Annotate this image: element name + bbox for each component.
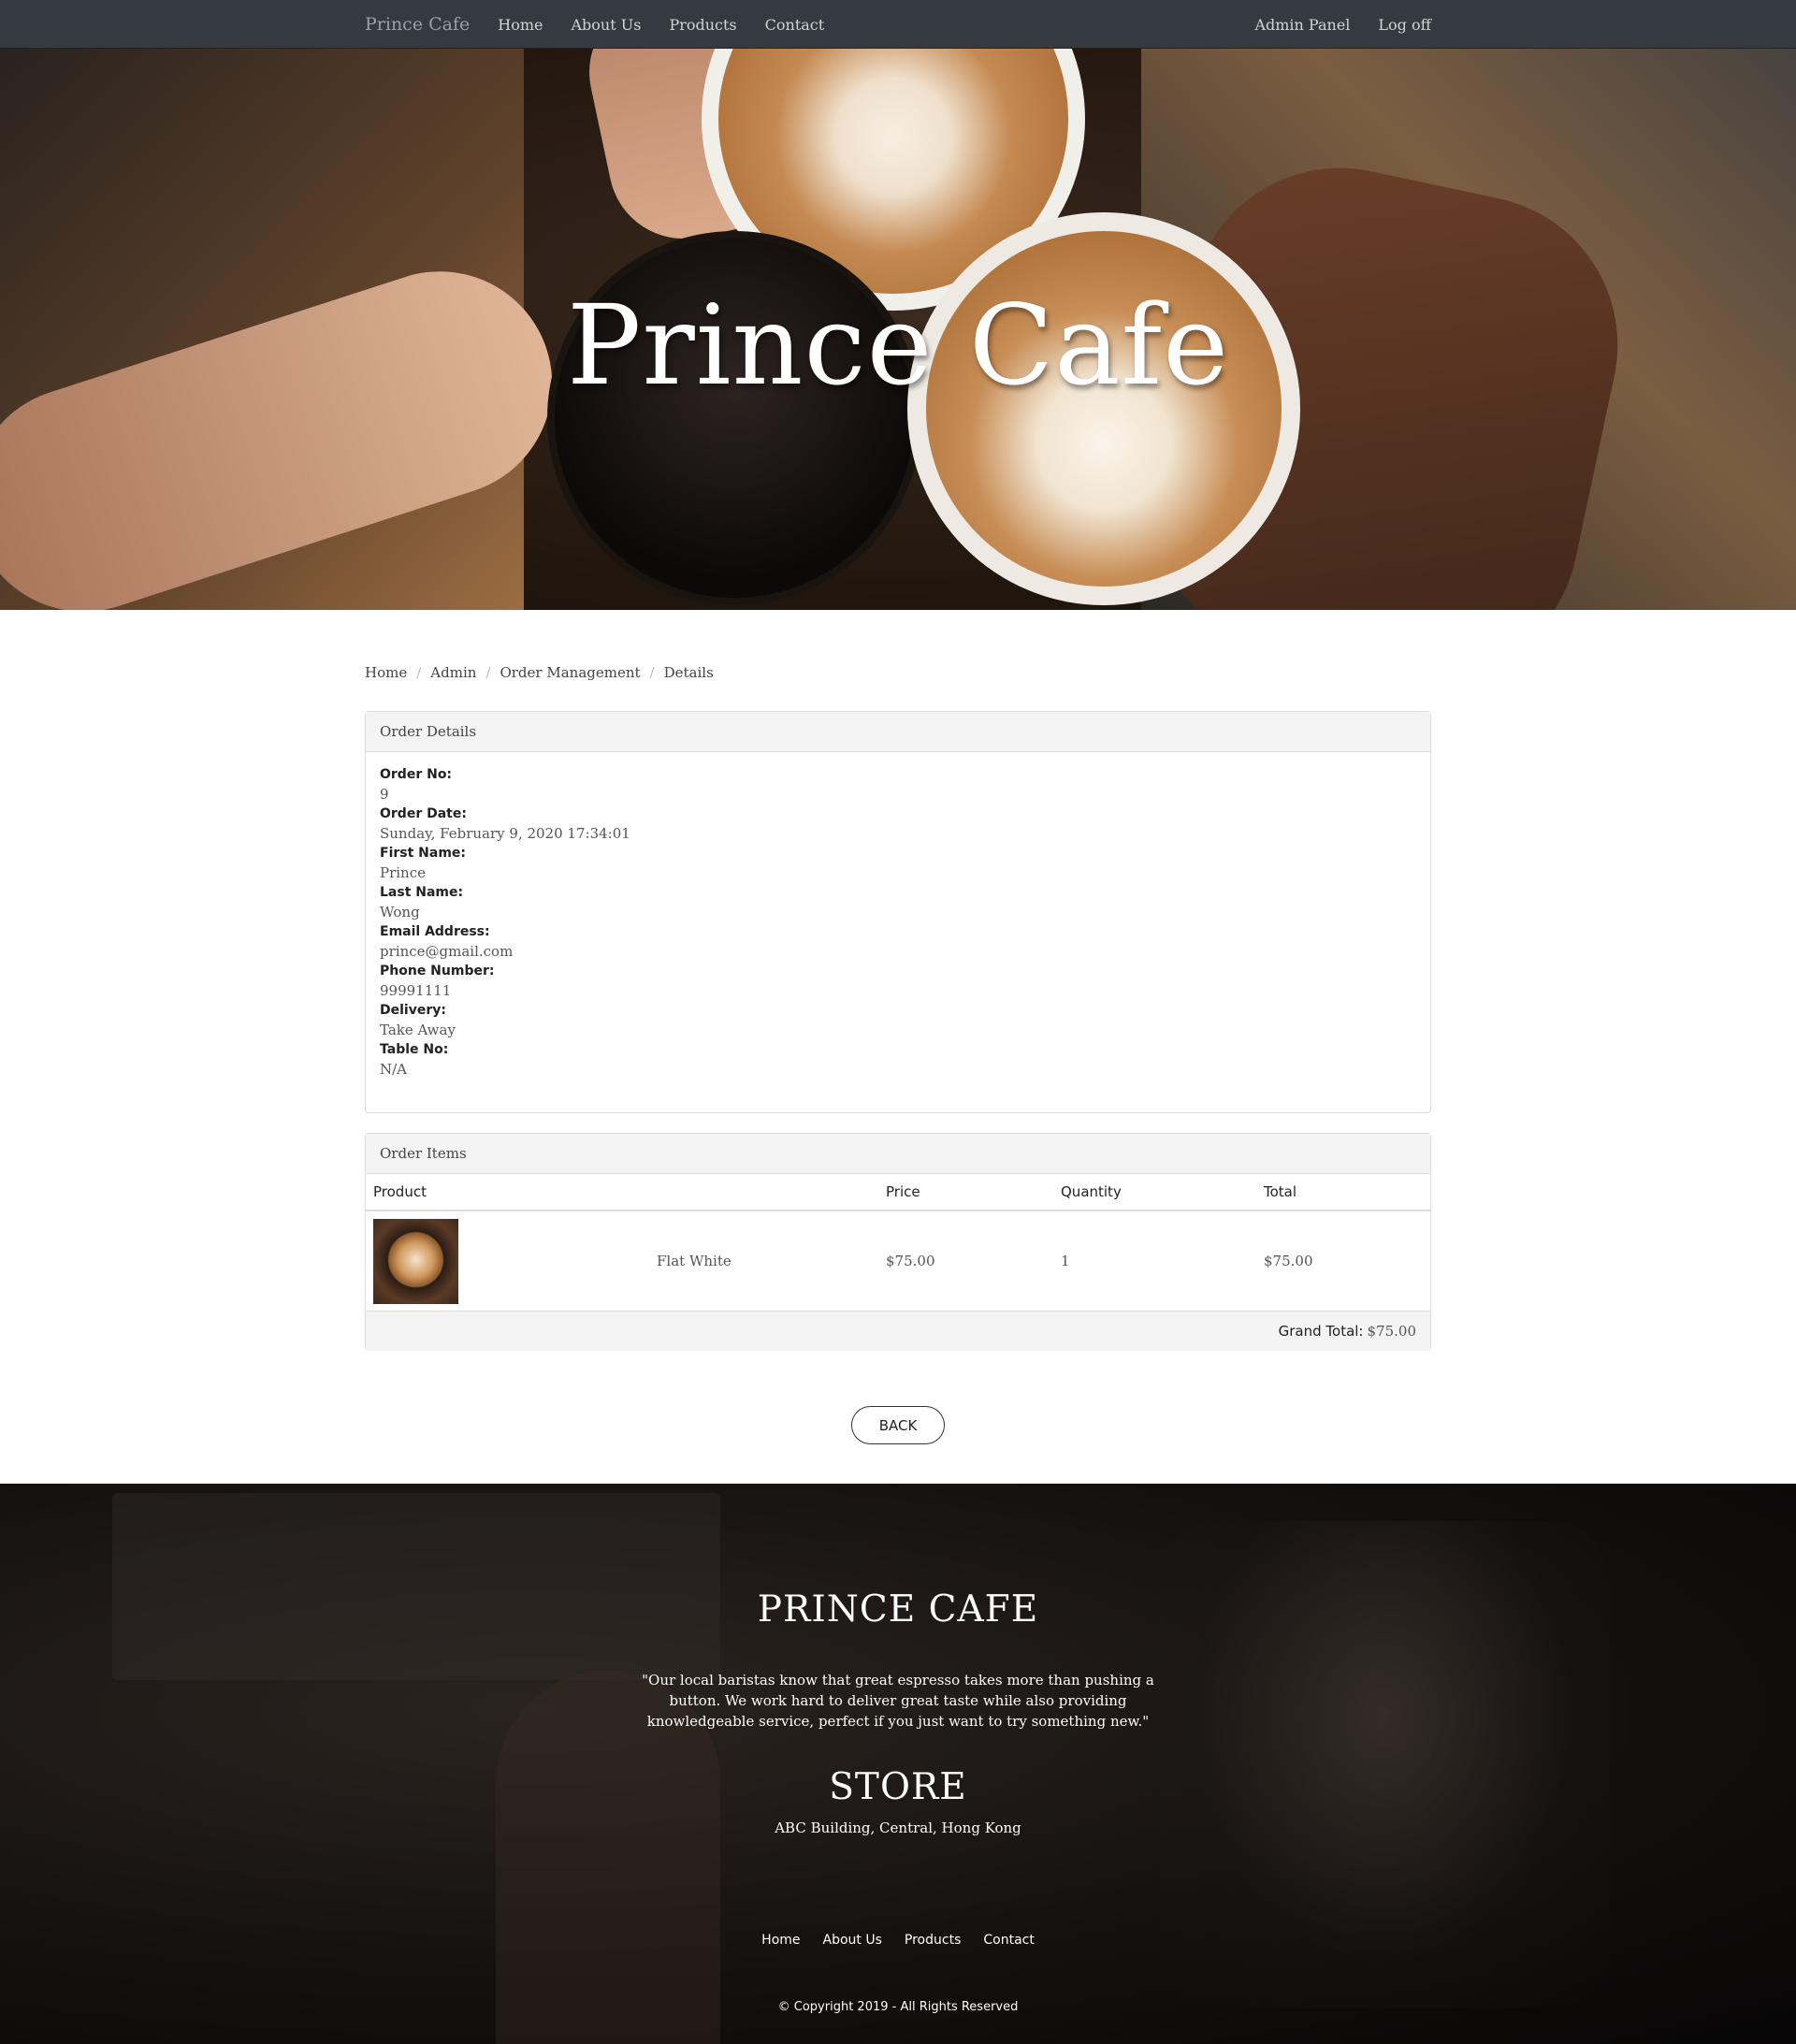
order-details-card: Order Details Order No: 9 Order Date: Su…	[365, 711, 1431, 1113]
order-details-header: Order Details	[366, 712, 1430, 752]
product-total: $75.00	[1264, 1253, 1313, 1269]
order-items-header: Order Items	[366, 1134, 1430, 1174]
hero-banner: Prince Cafe	[0, 49, 1796, 610]
delivery-value: Take Away	[380, 1022, 456, 1038]
footer-link-products[interactable]: Products	[905, 1933, 961, 1948]
footer-quote: "Our local baristas know that great espr…	[642, 1672, 1154, 1730]
nav-link-products[interactable]: Products	[669, 16, 736, 34]
navbar: Prince Cafe Home About Us Products Conta…	[0, 0, 1796, 49]
order-date-label: Order Date:	[380, 806, 467, 821]
brand-link[interactable]: Prince Cafe	[365, 14, 470, 35]
footer-link-contact[interactable]: Contact	[983, 1933, 1034, 1948]
column-price: Price	[878, 1174, 1053, 1211]
product-thumbnail	[373, 1218, 458, 1304]
nav-link-contact[interactable]: Contact	[765, 16, 825, 34]
product-name: Flat White	[657, 1253, 731, 1269]
grand-total-label: Grand Total:	[1278, 1323, 1364, 1340]
product-price: $75.00	[886, 1253, 935, 1269]
order-items-table: Product Price Quantity Total Flat White …	[366, 1174, 1430, 1311]
first-name-label: First Name:	[380, 846, 467, 861]
last-name-label: Last Name:	[380, 885, 464, 900]
first-name-value: Prince	[380, 864, 426, 881]
copyright: © Copyright 2019 - All Rights Reserved	[777, 2000, 1019, 2014]
grand-total-row: Grand Total: $75.00	[366, 1311, 1430, 1351]
table-row: Flat White $75.00 1 $75.00	[366, 1210, 1430, 1311]
nav-link-log-off[interactable]: Log off	[1378, 16, 1431, 34]
order-no-value: 9	[380, 786, 389, 803]
breadcrumb-order-management[interactable]: Order Management	[500, 664, 640, 681]
order-date-value: Sunday, February 9, 2020 17:34:01	[380, 825, 630, 842]
breadcrumb-home[interactable]: Home	[365, 664, 407, 681]
breadcrumb-admin[interactable]: Admin	[430, 664, 476, 681]
column-quantity: Quantity	[1053, 1174, 1256, 1211]
table-no-label: Table No:	[380, 1042, 449, 1057]
order-items-card: Order Items Product Price Quantity Total…	[365, 1133, 1431, 1351]
hero-title: Prince Cafe	[566, 281, 1230, 410]
footer-link-about[interactable]: About Us	[823, 1933, 882, 1948]
column-total: Total	[1256, 1174, 1430, 1211]
store-title: STORE	[829, 1766, 967, 1808]
footer: PRINCE CAFE "Our local baristas know tha…	[0, 1484, 1796, 2044]
delivery-label: Delivery:	[380, 1003, 446, 1018]
column-name	[649, 1174, 878, 1211]
product-quantity: 1	[1061, 1253, 1070, 1269]
nav-link-about[interactable]: About Us	[571, 16, 641, 34]
email-value: prince@gmail.com	[380, 943, 514, 960]
nav-link-admin-panel[interactable]: Admin Panel	[1254, 16, 1350, 34]
store-address: ABC Building, Central, Hong Kong	[775, 1819, 1021, 1836]
grand-total-value: $75.00	[1367, 1323, 1417, 1340]
phone-label: Phone Number:	[380, 964, 495, 979]
footer-title: PRINCE CAFE	[757, 1588, 1039, 1631]
order-no-label: Order No:	[380, 767, 453, 782]
breadcrumb: Home / Admin / Order Management / Detail…	[365, 664, 714, 681]
phone-value: 99991111	[380, 982, 452, 999]
breadcrumb-current: Details	[663, 664, 714, 681]
last-name-value: Wong	[380, 904, 420, 921]
back-button[interactable]: BACK	[851, 1406, 945, 1444]
table-no-value: N/A	[380, 1061, 408, 1078]
footer-link-home[interactable]: Home	[761, 1933, 800, 1948]
column-product: Product	[366, 1174, 649, 1211]
email-label: Email Address:	[380, 924, 490, 939]
footer-nav: Home About Us Products Contact	[0, 1933, 1796, 1948]
nav-link-home[interactable]: Home	[498, 16, 543, 34]
